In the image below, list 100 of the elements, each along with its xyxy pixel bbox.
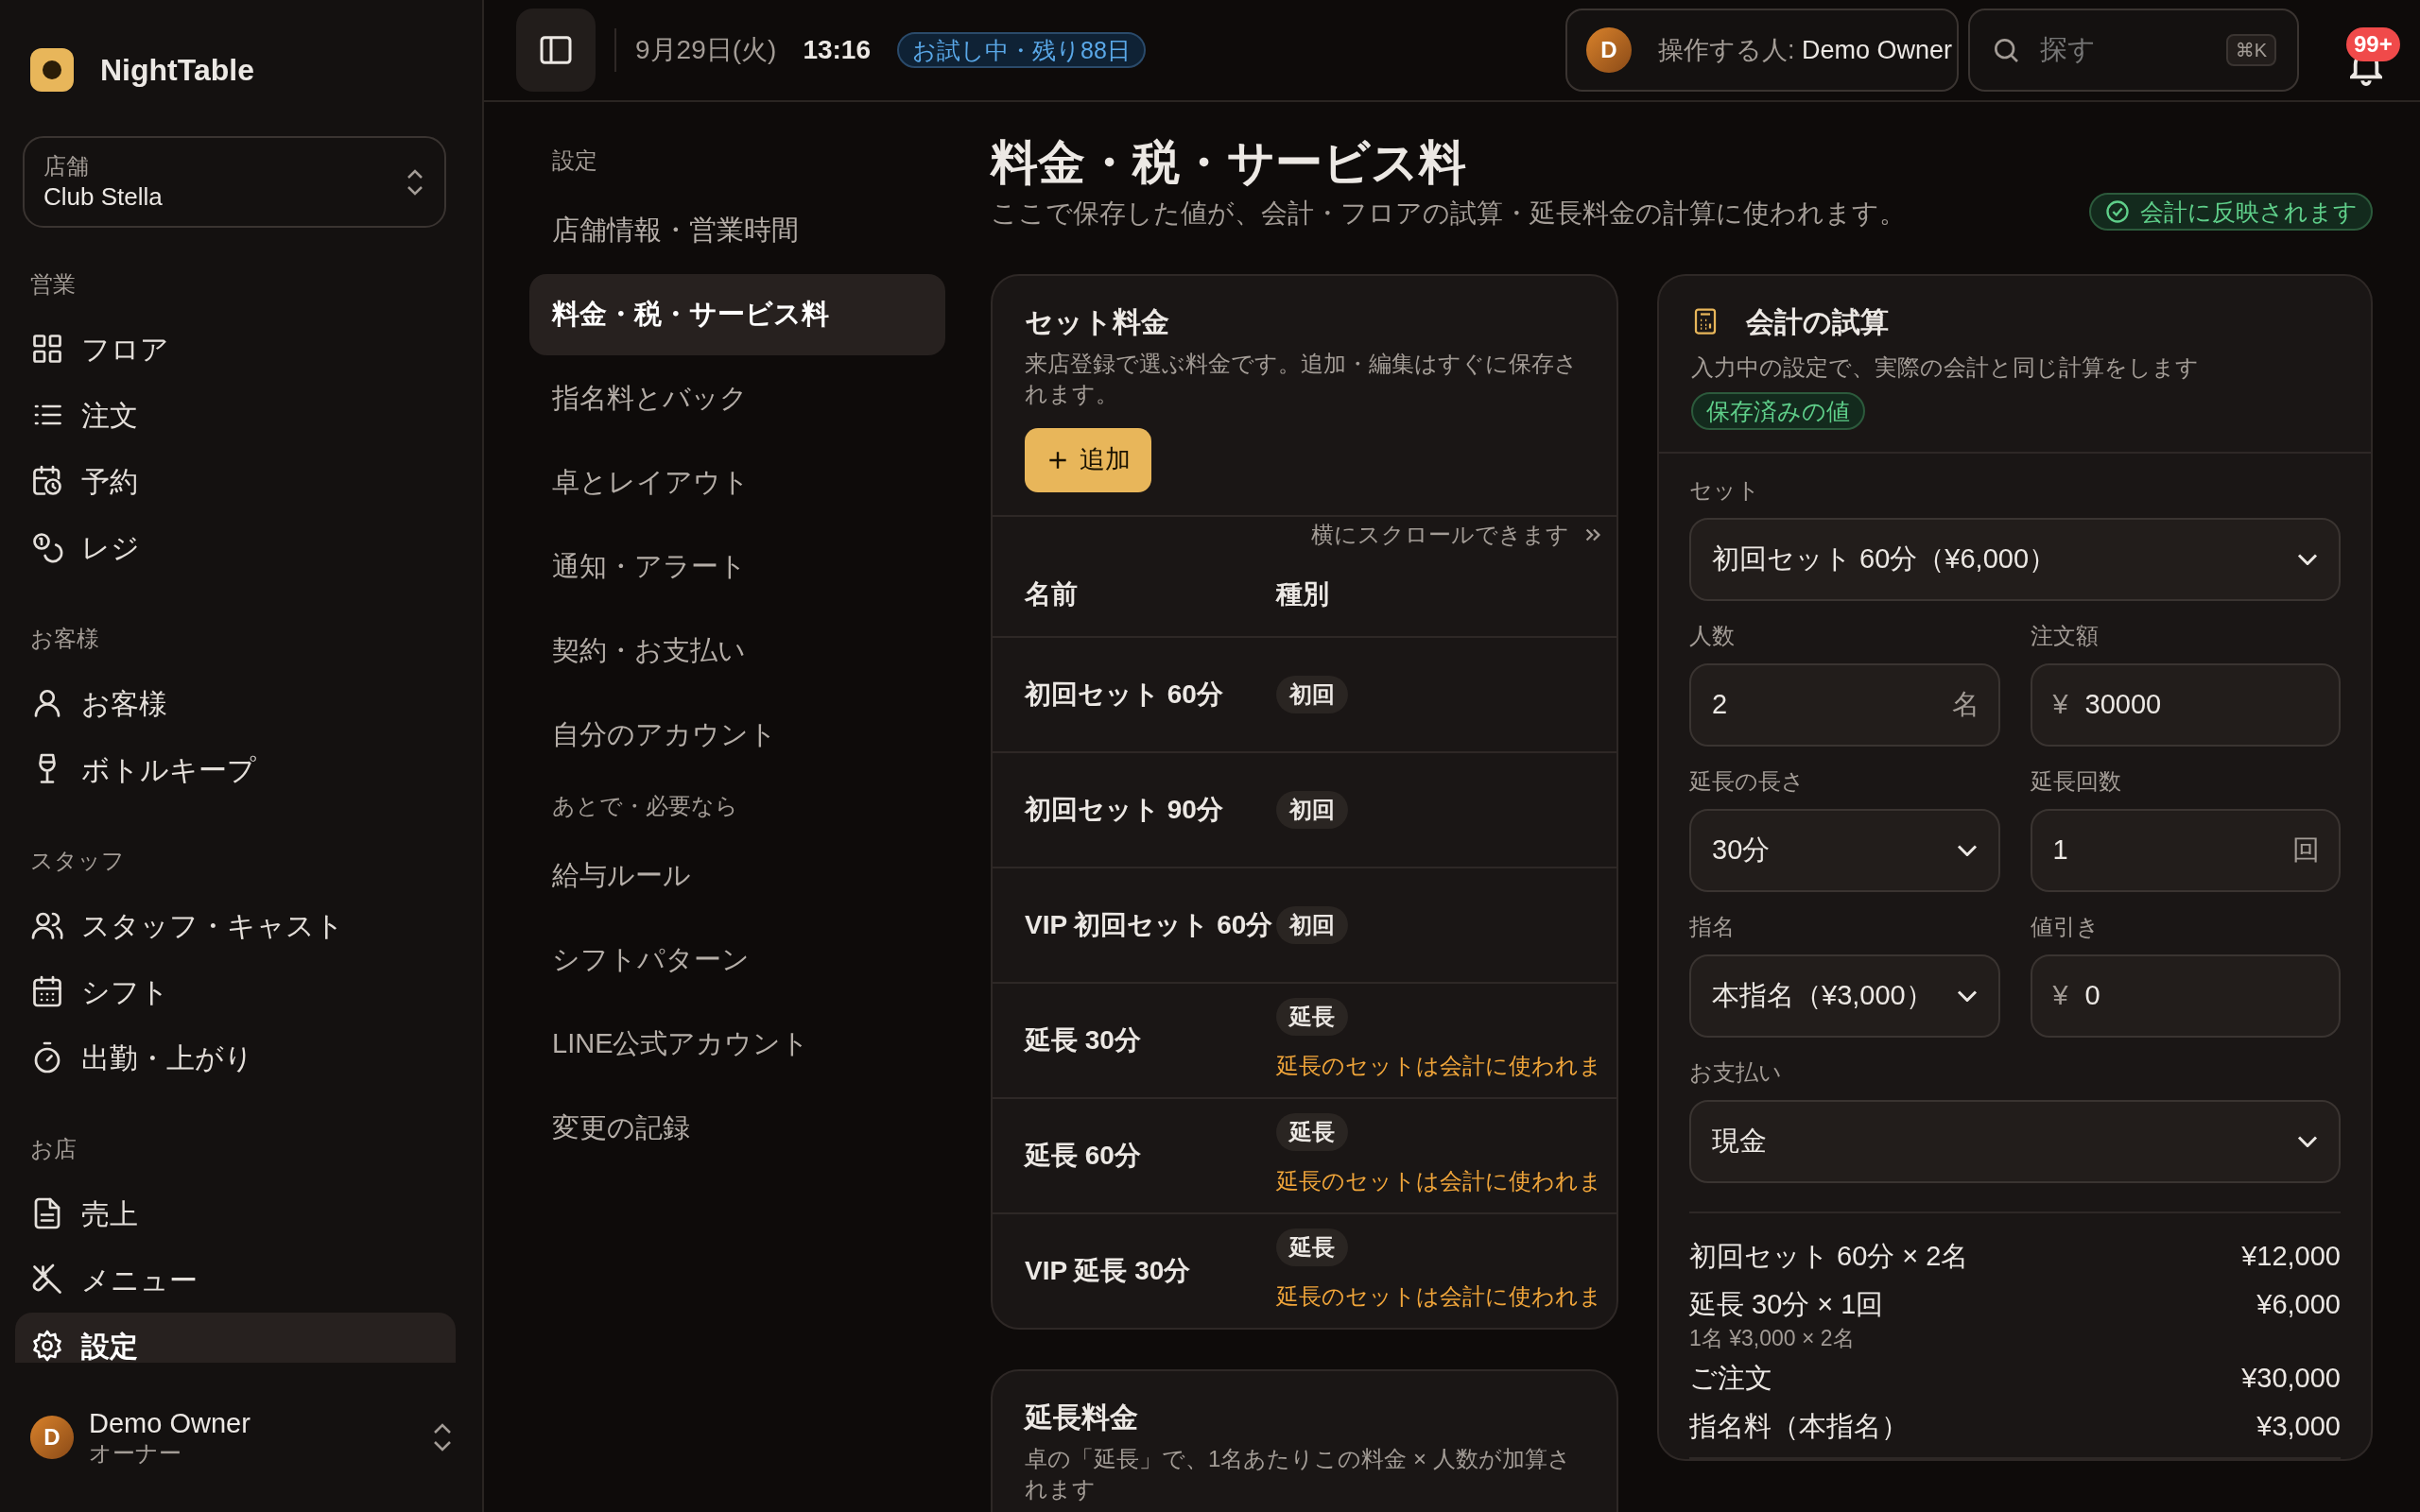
sidebar-item[interactable]: 注文 <box>15 382 456 448</box>
warning-text: 延長のセットは会計に使われま <box>1276 1051 1602 1080</box>
operator-button[interactable]: D 操作する人: Demo Owner <box>1565 8 1959 92</box>
type-tag: 初回 <box>1276 905 1348 944</box>
settings-nav-item[interactable]: 給与ルール <box>529 834 945 917</box>
field-label: 延長回数 <box>2030 766 2122 796</box>
sidebar-item[interactable]: メニュー <box>15 1246 456 1313</box>
sidebar-item[interactable]: 予約 <box>15 448 456 514</box>
sidebar-item[interactable]: フロア <box>15 316 456 382</box>
select-field[interactable]: 本指名（¥3,000） <box>1689 954 2000 1038</box>
settings-nav-item[interactable]: シフトパターン <box>529 919 945 1001</box>
section-label: スタッフ <box>30 847 126 875</box>
settings-nav-item[interactable]: 指名料とバック <box>529 357 945 439</box>
line-label: 延長 30分 × 1回 <box>1689 1288 1884 1322</box>
saved-values-badge: 保存済みの値 <box>1691 391 1865 430</box>
settings-nav-item[interactable]: 自分のアカウント <box>529 694 945 776</box>
user-avatar: D <box>30 1416 74 1459</box>
settings-nav-item[interactable]: 変更の記録 <box>529 1087 945 1169</box>
chevron-down-icon <box>1956 844 1978 856</box>
card-title: 会計の試算 <box>1746 304 1889 339</box>
section-label: 営業 <box>30 270 77 299</box>
date-text: 9月29日(火) <box>635 33 777 66</box>
card-title: セット料金 <box>1025 304 1170 339</box>
store-name: Club Stella <box>43 180 163 213</box>
chevron-down-icon <box>1956 989 1978 1002</box>
grid-icon <box>30 332 64 366</box>
page-subtitle: ここで保存した値が、会計・フロアの試算・延長料金の計算に使われます。 <box>991 197 1906 230</box>
card-description: 入力中の設定で、実際の会計と同じ計算をします <box>1691 352 2200 382</box>
currency-label: ¥ <box>2052 687 2068 721</box>
field-label: セット <box>1689 475 1761 505</box>
logo-icon <box>30 48 74 92</box>
sidebar-toggle-button[interactable] <box>516 8 596 92</box>
settings-nav-item[interactable]: 通知・アラート <box>529 525 945 608</box>
notification-count-badge: 99+ <box>2346 26 2400 61</box>
table-cell-text: VIP 延長 30分 <box>1024 1254 1192 1287</box>
card-title: 延長料金 <box>1025 1400 1139 1435</box>
shortcut-hint: ⌘K <box>2225 33 2276 66</box>
settings-nav-item[interactable]: 料金・税・サービス料 <box>529 273 945 355</box>
section-label: お客様 <box>30 625 100 653</box>
line-amount: ¥30,000 <box>2241 1361 2341 1395</box>
time-text: 13:16 <box>803 33 871 66</box>
add-button[interactable]: 追加 <box>1025 427 1151 492</box>
fork-knife-icon <box>30 1263 64 1297</box>
unit-label: 名 <box>1951 687 1979 721</box>
notifications-button[interactable]: 99+ <box>2337 8 2403 92</box>
field-label: 指名 <box>1689 912 1736 941</box>
type-tag: 延長 <box>1276 1112 1348 1151</box>
type-tag: 初回 <box>1276 790 1348 829</box>
currency-label: ¥ <box>2052 978 2068 1012</box>
app-name: NightTable <box>100 52 254 89</box>
field-label: 値引き <box>2030 912 2100 941</box>
nav-section-label: あとで・必要なら <box>551 791 739 820</box>
line-label: ご注文 <box>1689 1361 1772 1395</box>
type-tag: 初回 <box>1276 675 1348 713</box>
card-description: 卓の「延長」で、1名あたりこの料金 × 人数が加算されます <box>1025 1444 1572 1503</box>
warning-text: 延長のセットは会計に使われま <box>1276 1281 1602 1311</box>
sidebar-item[interactable]: 売上 <box>15 1180 456 1246</box>
table-cell-text: 延長 30分 <box>1023 1023 1142 1057</box>
store-selector[interactable]: 店舗 Club Stella <box>23 136 446 228</box>
field-label: お支払い <box>1689 1057 1783 1087</box>
select-field[interactable]: 現金 <box>1689 1099 2341 1183</box>
select-field[interactable]: 初回セット 60分（¥6,000） <box>1689 517 2341 601</box>
section-label: お店 <box>30 1135 78 1163</box>
line-amount: ¥6,000 <box>2256 1288 2341 1322</box>
settings-nav-item[interactable]: 卓とレイアウト <box>529 441 945 524</box>
sidebar-item[interactable]: 出勤・上がり <box>15 1024 456 1091</box>
table-cell-text: 初回セット 90分 <box>1023 793 1224 826</box>
chevron-down-icon <box>2297 1135 2318 1147</box>
sidebar-item[interactable]: 設定 <box>15 1313 456 1363</box>
unit-label: 回 <box>2292 833 2320 867</box>
coins-icon <box>30 530 64 564</box>
type-tag: 延長 <box>1276 997 1348 1036</box>
page-title: 料金・税・サービス料 <box>991 134 1467 191</box>
sidebar-item[interactable]: シフト <box>15 958 456 1024</box>
nav-section-label: 設定 <box>551 146 598 175</box>
type-tag: 延長 <box>1276 1228 1348 1266</box>
user-role: オーナー <box>89 1439 182 1468</box>
warning-text: 延長のセットは会計に使われま <box>1276 1166 1602 1195</box>
field-label: 注文額 <box>2030 621 2100 650</box>
sidebar-item[interactable]: スタッフ・キャスト <box>15 892 456 958</box>
chevron-down-icon <box>2297 553 2318 565</box>
table-cell-text: 初回セット 60分 <box>1023 678 1224 711</box>
line-label: 初回セット 60分 × 2名 <box>1689 1239 1969 1273</box>
table-cell-text: 延長 60分 <box>1023 1139 1142 1172</box>
table-cell-text: VIP 初回セット 60分 <box>1024 908 1274 941</box>
select-field[interactable]: 30分 <box>1689 808 2000 892</box>
settings-nav-item[interactable]: LINE公式アカウント <box>529 1003 945 1085</box>
trial-status-badge: お試し中・残り88日 <box>897 31 1146 68</box>
sidebar-item[interactable]: レジ <box>15 514 456 580</box>
line-note: 1名 ¥3,000 × 2名 <box>1689 1325 1856 1350</box>
calendar-icon <box>30 974 64 1008</box>
sidebar-item[interactable]: ボトルキープ <box>15 736 456 802</box>
field-label: 人数 <box>1689 621 1736 650</box>
settings-nav-item[interactable]: 店舗情報・営業時間 <box>529 189 945 271</box>
card-description: 来店登録で選ぶ料金です。追加・編集はすぐに保存されます。 <box>1025 349 1579 408</box>
sidebar-item[interactable]: お客様 <box>15 670 456 736</box>
settings-nav-item[interactable]: 契約・お支払い <box>529 610 945 692</box>
column-header: 種別 <box>1276 577 1329 610</box>
calendar-clock-icon <box>30 464 64 498</box>
line-label: 指名料（本指名） <box>1689 1410 1909 1444</box>
